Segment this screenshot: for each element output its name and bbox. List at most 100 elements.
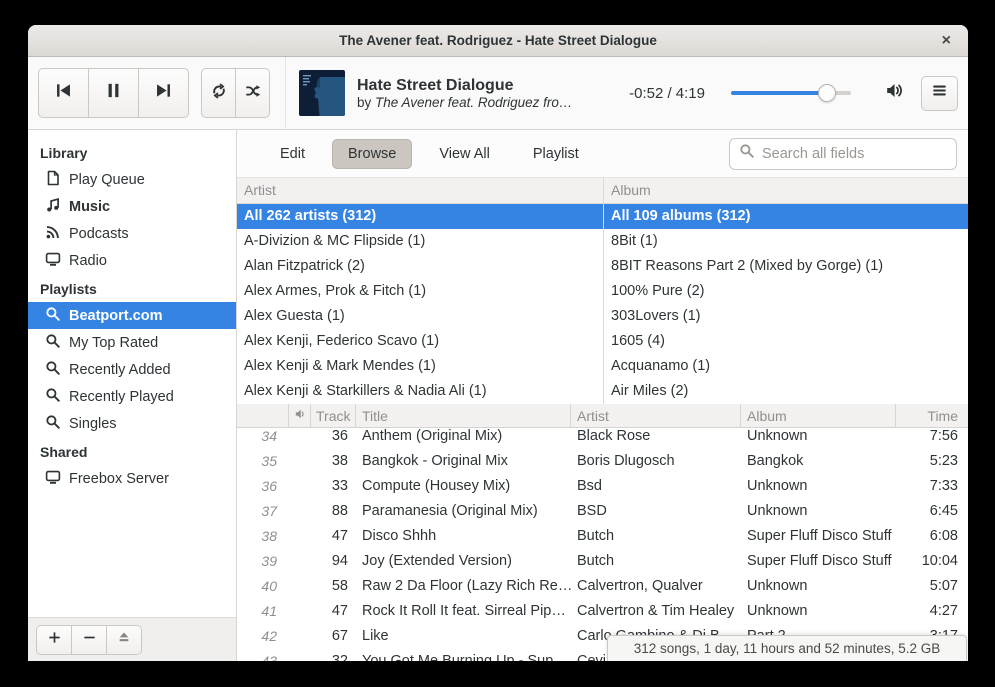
volume-button[interactable]: [883, 80, 904, 106]
track-row[interactable]: 38 47 Disco Shhh Butch Super Fluff Disco…: [237, 524, 968, 549]
track-title: Anthem (Original Mix): [356, 428, 571, 449]
sidebar-item-play-queue[interactable]: Play Queue: [28, 166, 236, 193]
album-row[interactable]: All 109 albums (312): [604, 204, 968, 229]
album-row[interactable]: 1605 (4): [604, 329, 968, 354]
sidebar-item-recently-played[interactable]: Recently Played: [28, 383, 236, 410]
album-row[interactable]: 8BIT Reasons Part 2 (Mixed by Gorge) (1): [604, 254, 968, 279]
track-row[interactable]: 39 94 Joy (Extended Version) Butch Super…: [237, 549, 968, 574]
track-artist: Calvertron, Qualver: [571, 574, 741, 599]
track-artist: Black Rose: [571, 428, 741, 449]
search-box[interactable]: [729, 138, 957, 170]
row-number: 43: [237, 649, 289, 661]
album-column-header: Album: [604, 178, 968, 204]
row-number-column-header[interactable]: [237, 404, 289, 427]
close-icon[interactable]: ×: [938, 31, 955, 51]
track-row[interactable]: 35 38 Bangkok - Original Mix Boris Dlugo…: [237, 449, 968, 474]
track-artist: Butch: [571, 524, 741, 549]
playlist-action-group: [36, 625, 142, 655]
pause-button[interactable]: [88, 68, 139, 118]
search-icon: [45, 306, 61, 326]
track-album: Unknown: [741, 474, 896, 499]
sidebar-item-freebox-server[interactable]: Freebox Server: [28, 465, 236, 492]
track-row[interactable]: 36 33 Compute (Housey Mix) Bsd Unknown 7…: [237, 474, 968, 499]
sidebar-item-beatport[interactable]: Beatport.com: [28, 302, 236, 329]
time-column-header[interactable]: Time: [896, 404, 968, 427]
content-area: Library Play Queue Music Podcasts: [28, 130, 968, 661]
track-album: Bangkok: [741, 449, 896, 474]
track-row[interactable]: 37 88 Paramanesia (Original Mix) BSD Unk…: [237, 499, 968, 524]
track-artist: BSD: [571, 499, 741, 524]
album-row[interactable]: 303Lovers (1): [604, 304, 968, 329]
repeat-icon: [210, 82, 228, 105]
track-album: Unknown: [741, 599, 896, 624]
track-column-header[interactable]: Track: [311, 404, 356, 427]
eject-button[interactable]: [106, 625, 142, 655]
search-icon: [45, 333, 61, 353]
track-list: 34 36 Anthem (Original Mix) Black Rose U…: [237, 428, 968, 661]
playing-column-header[interactable]: [289, 404, 311, 427]
app-window: The Avener feat. Rodriguez - Hate Street…: [28, 25, 968, 661]
track-number: 32: [311, 649, 356, 661]
playlist-button[interactable]: Playlist: [517, 139, 595, 169]
edit-button[interactable]: Edit: [264, 139, 321, 169]
search-input[interactable]: [762, 146, 947, 162]
track-album: Unknown: [741, 499, 896, 524]
repeat-button[interactable]: [201, 68, 236, 118]
track-title: Paramanesia (Original Mix): [356, 499, 571, 524]
sidebar-item-my-top-rated[interactable]: My Top Rated: [28, 329, 236, 356]
view-all-button[interactable]: View All: [423, 139, 506, 169]
hamburger-menu-icon: [931, 82, 948, 104]
search-icon: [739, 143, 755, 164]
shuffle-button[interactable]: [235, 68, 270, 118]
album-column-header[interactable]: Album: [741, 404, 896, 427]
sidebar-item-label: Music: [69, 199, 110, 215]
sidebar-item-label: Beatport.com: [69, 308, 162, 324]
artist-row[interactable]: Alex Guesta (1): [237, 304, 603, 329]
artist-row[interactable]: Alex Kenji & Mark Mendes (1): [237, 354, 603, 379]
album-row[interactable]: Acquanamo (1): [604, 354, 968, 379]
previous-button[interactable]: [38, 68, 89, 118]
artist-row[interactable]: A-Divizion & MC Flipside (1): [237, 229, 603, 254]
track-row[interactable]: 41 47 Rock It Roll It feat. Sirreal Pip……: [237, 599, 968, 624]
artist-row[interactable]: Alex Kenji, Federico Scavo (1): [237, 329, 603, 354]
sidebar-item-music[interactable]: Music: [28, 193, 236, 220]
artist-list: All 262 artists (312)A-Divizion & MC Fli…: [237, 204, 603, 404]
add-playlist-button[interactable]: [36, 625, 72, 655]
playback-time: -0:52 / 4:19: [629, 85, 705, 102]
sidebar-item-recently-added[interactable]: Recently Added: [28, 356, 236, 383]
album-row[interactable]: Air Miles (2): [604, 379, 968, 404]
app-menu-button[interactable]: [921, 76, 958, 111]
sidebar-item-singles[interactable]: Singles: [28, 410, 236, 437]
artist-row[interactable]: Alan Fitzpatrick (2): [237, 254, 603, 279]
remove-playlist-button[interactable]: [71, 625, 107, 655]
track-time: 10:04: [896, 549, 968, 574]
now-playing-info: Hate Street Dialogue by The Avener feat.…: [357, 77, 572, 110]
sidebar-item-podcasts[interactable]: Podcasts: [28, 220, 236, 247]
album-row[interactable]: 8Bit (1): [604, 229, 968, 254]
track-number: 47: [311, 524, 356, 549]
sidebar-section-playlists: Playlists: [28, 274, 236, 302]
next-button[interactable]: [138, 68, 189, 118]
track-row[interactable]: 40 58 Raw 2 Da Floor (Lazy Rich Re… Calv…: [237, 574, 968, 599]
seek-slider-handle[interactable]: [818, 84, 836, 102]
title-column-header[interactable]: Title: [356, 404, 571, 427]
artist-row[interactable]: Alex Kenji & Starkillers & Nadia Ali (1): [237, 379, 603, 404]
track-number: 38: [311, 449, 356, 474]
artist-column-header[interactable]: Artist: [571, 404, 741, 427]
track-row[interactable]: 34 36 Anthem (Original Mix) Black Rose U…: [237, 428, 968, 449]
artist-row[interactable]: Alex Armes, Prok & Fitch (1): [237, 279, 603, 304]
display-icon: [45, 251, 61, 271]
search-icon: [45, 414, 61, 434]
artist-column-header: Artist: [237, 178, 603, 204]
album-row[interactable]: 100% Pure (2): [604, 279, 968, 304]
display-icon: [45, 469, 61, 489]
sidebar-item-radio[interactable]: Radio: [28, 247, 236, 274]
track-number: 36: [311, 428, 356, 449]
row-number: 39: [237, 549, 289, 574]
track-title: Bangkok - Original Mix: [356, 449, 571, 474]
sidebar-item-label: Recently Played: [69, 389, 174, 405]
seek-slider[interactable]: [731, 91, 851, 95]
artist-row[interactable]: All 262 artists (312): [237, 204, 603, 229]
browse-button[interactable]: Browse: [332, 139, 412, 169]
track-table-header: Track Title Artist Album Time: [237, 404, 968, 428]
